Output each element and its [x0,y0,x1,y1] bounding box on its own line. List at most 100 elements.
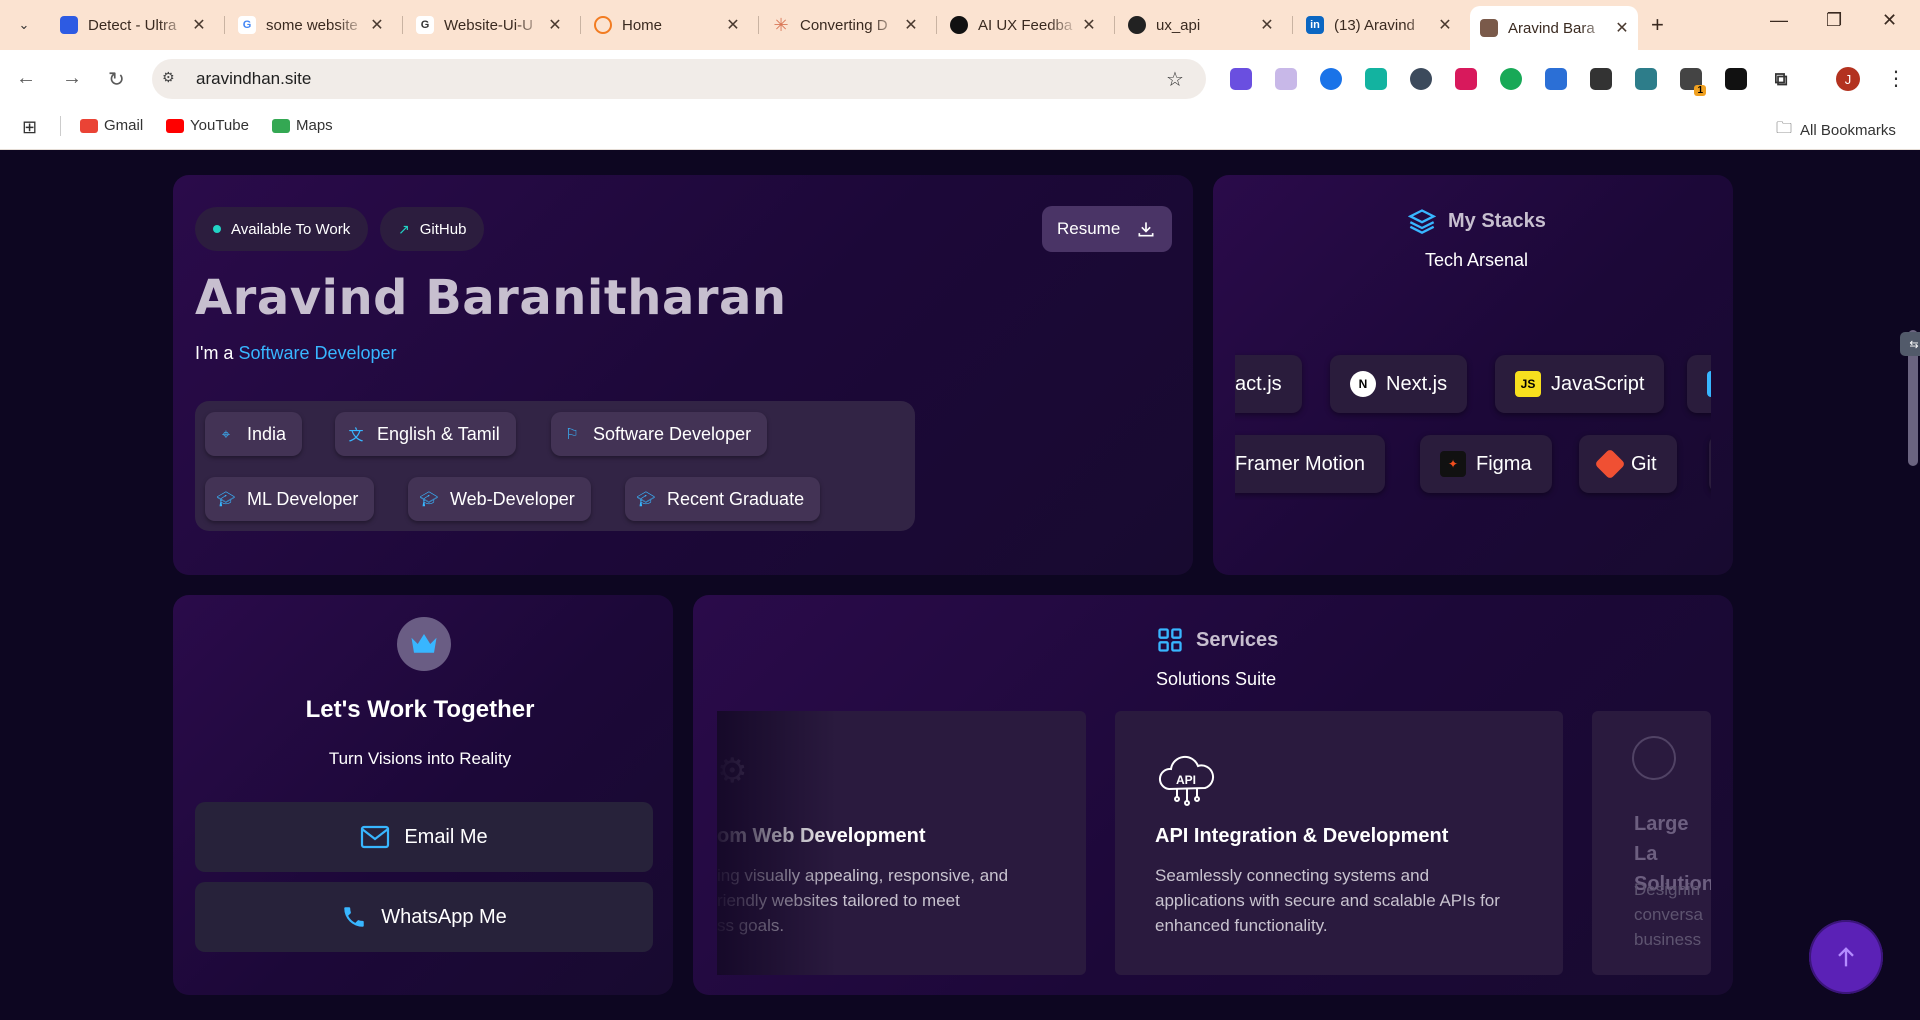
close-icon[interactable]: ✕ [901,15,921,35]
browser-tab[interactable]: Home ✕ [584,8,749,42]
forward-button[interactable]: → [62,67,82,90]
marquee-fade [717,711,837,975]
api-cloud-icon: API [1159,755,1215,806]
close-icon[interactable]: ✕ [367,15,387,35]
stack-chip-framer: Framer Motion [1235,435,1386,493]
translate-icon: 文 [348,426,364,444]
extension-icon[interactable] [1410,68,1432,90]
service-card: Large La Solution Designin conversa busi… [1592,711,1711,975]
available-label: Available To Work [231,220,351,238]
stack-icon [1707,371,1711,397]
close-icon[interactable]: ✕ [1612,18,1632,38]
reload-icon: ↻ [108,69,125,91]
download-icon [1138,222,1154,237]
nextjs-icon: N [1350,371,1376,397]
browser-tab[interactable]: Detect - Ultra ✕ [50,8,215,42]
scroll-to-top-button[interactable] [1809,920,1883,994]
tag-label: Software Developer [593,423,752,444]
side-panel-toggle[interactable]: ⇆ [1900,332,1920,356]
close-icon[interactable]: ✕ [723,15,743,35]
hero-intro: I'm a Software Developer [195,343,397,364]
close-icon[interactable]: ✕ [189,15,209,35]
bookmark-star-icon[interactable]: ☆ [1166,67,1184,92]
tab-title: Converting D [800,16,888,34]
tab-separator [1114,16,1115,34]
browser-tab[interactable]: ux_api ✕ [1118,8,1283,42]
api-icon-text: API [1176,773,1196,787]
figma-icon: ✦ [1440,451,1466,477]
stacks-title: My Stacks [1448,209,1546,232]
bookmark-maps[interactable]: Maps [272,117,333,134]
stack-chip: act.js [1235,355,1302,413]
graduation-cap-icon: 🎓︎ [419,491,439,508]
puzzle-icon[interactable]: ⧉ [1770,68,1792,90]
new-tab-button[interactable]: + [1651,12,1664,38]
tab-search-button[interactable]: ⌄ [10,12,38,38]
browser-tab[interactable]: ✳ Converting D ✕ [762,8,927,42]
service-description: Seamlessly connecting systems and applic… [1155,866,1500,935]
divider [60,116,61,136]
reload-button[interactable]: ↻ [108,67,125,92]
browser-tab[interactable]: AI UX Feedba ✕ [940,8,1105,42]
git-icon [1594,448,1626,480]
extension-icon[interactable] [1725,68,1747,90]
close-icon[interactable]: ✕ [1435,15,1455,35]
claude-icon: ✳ [773,14,789,35]
url-text[interactable]: aravindhan.site [196,69,311,89]
profile-avatar[interactable]: J [1836,67,1860,91]
site-info-icon[interactable]: ⚙ [162,69,182,89]
tab-separator [402,16,403,34]
close-icon[interactable]: ✕ [1079,15,1099,35]
extension-icon[interactable] [1365,68,1387,90]
tab-separator [1292,16,1293,34]
javascript-icon: JS [1515,371,1541,397]
restore-button[interactable]: ❐ [1826,10,1842,31]
extension-icon[interactable] [1230,68,1252,90]
tab-separator [580,16,581,34]
close-icon[interactable]: ✕ [545,15,565,35]
extension-icon[interactable] [1455,68,1477,90]
tab-separator [224,16,225,34]
github-label: GitHub [419,220,467,238]
tag-languages: 文 English & Tamil [335,412,516,456]
close-icon[interactable]: ✕ [1257,15,1277,35]
crown-avatar [397,617,451,671]
tab-title: (13) Aravind [1334,16,1415,34]
bookmark-gmail[interactable]: Gmail [80,117,143,134]
github-link[interactable]: ↗ GitHub [380,207,485,251]
browser-tab[interactable]: G some website ✕ [228,8,393,42]
back-button[interactable]: ← [16,67,36,90]
window-close-button[interactable]: ✕ [1882,10,1897,31]
crown-icon [1128,16,1146,34]
stack-chip-nextjs: N Next.js [1330,355,1468,413]
arrow-up-icon [1838,947,1854,967]
tab-title: Aravind Bara [1508,19,1595,37]
all-bookmarks-button[interactable]: 🗀 All Bookmarks [1776,117,1896,144]
bookmark-youtube[interactable]: YouTube [166,117,249,134]
typed-role: Software Developer [238,343,397,363]
browser-tab[interactable]: G Website-Ui-U ✕ [406,8,571,42]
extension-icon[interactable] [1320,68,1342,90]
openai-icon [950,16,968,34]
extension-icon[interactable]: 1 [1680,68,1706,96]
browser-tab-active[interactable]: Aravind Bara ✕ [1470,6,1638,50]
extension-icon[interactable] [1590,68,1612,90]
email-me-button[interactable]: Email Me [195,802,653,872]
service-description: Designin conversa business [1634,880,1703,949]
whatsapp-me-button[interactable]: WhatsApp Me [195,882,653,952]
resume-download-button[interactable]: Resume [1042,206,1172,252]
stacks-marquee: act.js N Next.js JS JavaScript Framer Mo… [1235,350,1711,500]
apps-grid-icon[interactable]: ⊞ [22,117,37,138]
more-menu-icon[interactable]: ⋮ [1886,66,1906,91]
minimize-button[interactable]: — [1770,10,1788,31]
extension-icon[interactable] [1500,68,1522,90]
stack-label: Git [1631,452,1657,475]
tag-role: ⚐ Software Developer [551,412,768,456]
extension-icon[interactable] [1545,68,1567,90]
tag-web: 🎓︎ Web-Developer [408,477,591,521]
network-icon [1632,736,1676,780]
arrow-up-right-icon: ↗ [398,220,410,237]
extension-icon[interactable] [1275,68,1297,90]
browser-tab[interactable]: in (13) Aravind ✕ [1296,8,1461,42]
extension-icon[interactable] [1635,68,1657,90]
